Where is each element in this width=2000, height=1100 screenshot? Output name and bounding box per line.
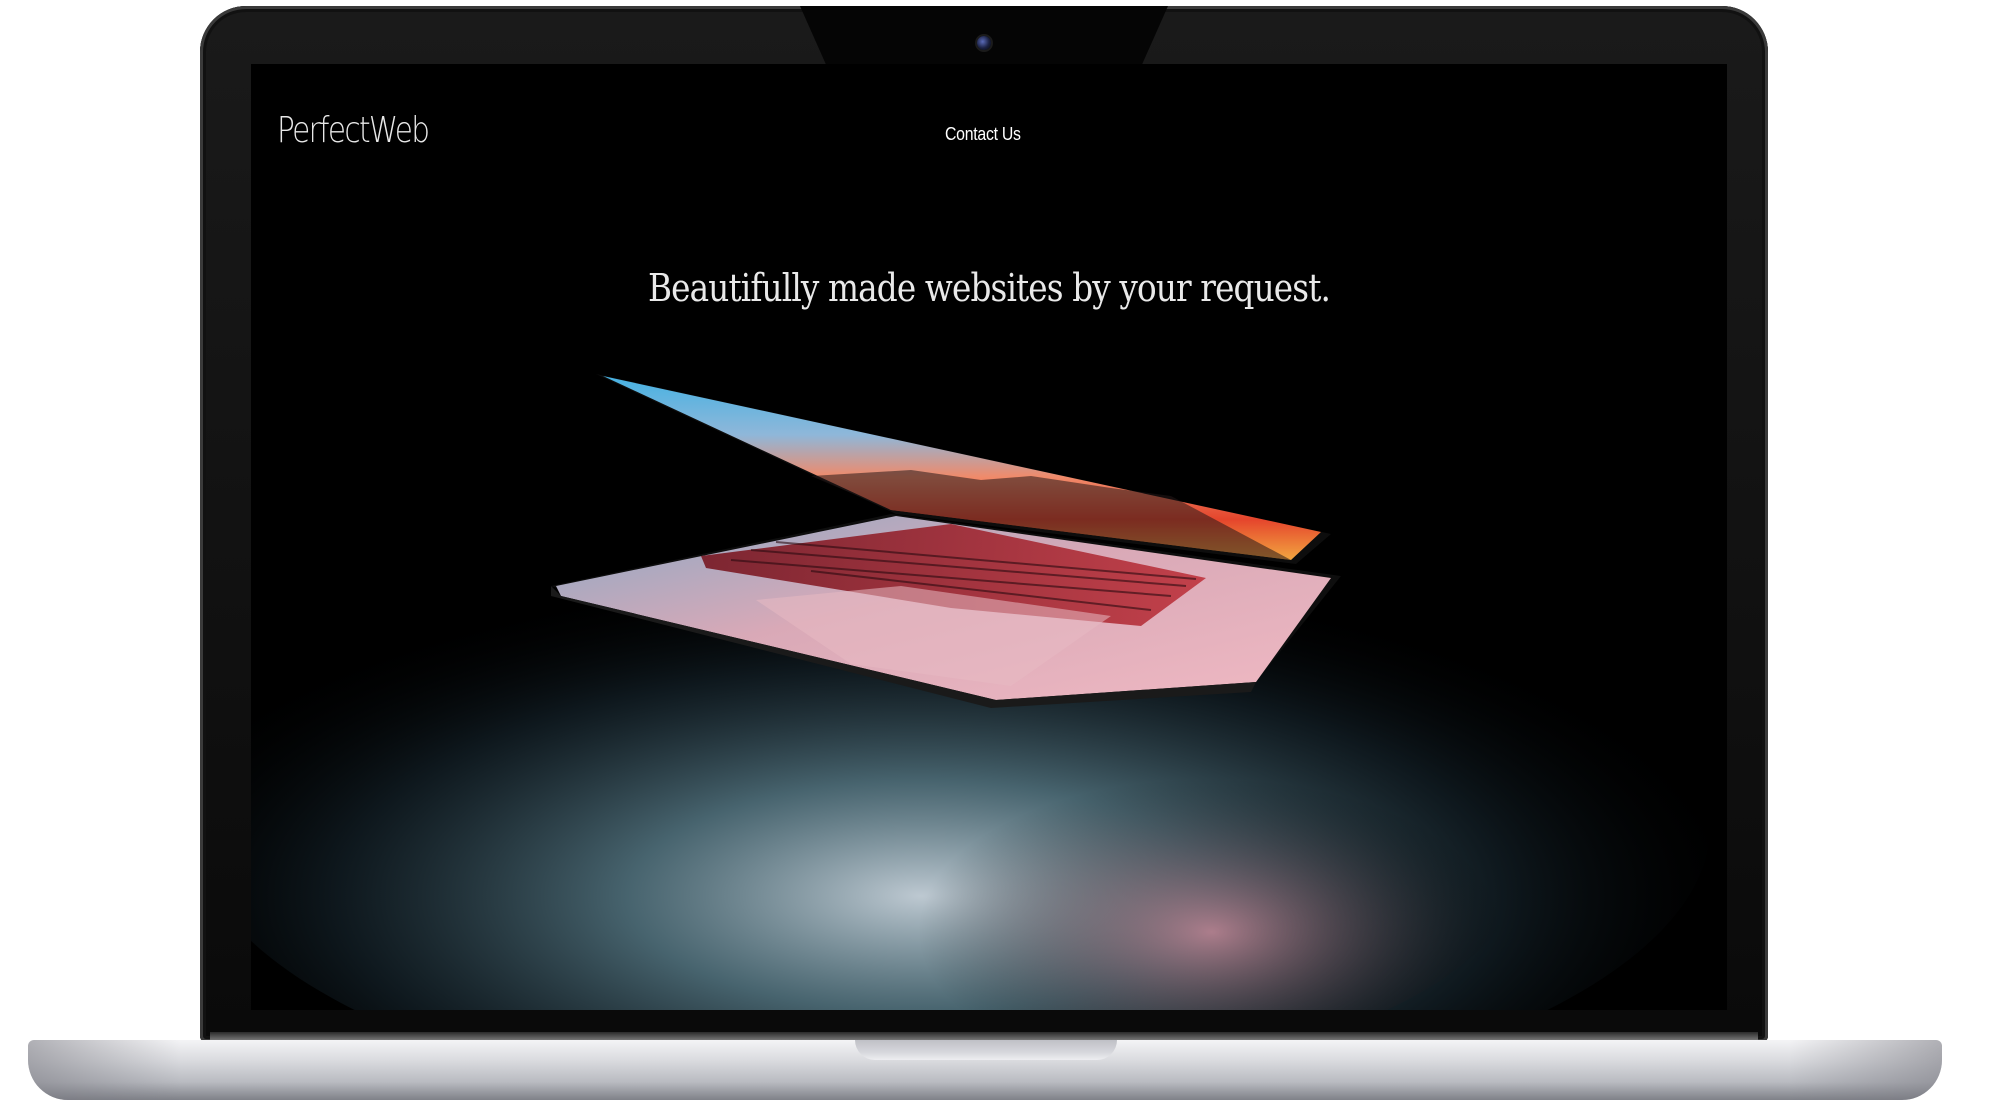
hero-title: Beautifully made websites by your reques… [648,266,1331,310]
laptop-screen: PerfectWeb Contact Us Beautifully made w… [251,64,1727,1010]
camera-housing [800,6,1168,64]
hero-laptop-image [251,364,1727,1010]
site-header: PerfectWeb Contact Us [251,64,1727,204]
camera-icon [977,36,991,50]
laptop-mockup: PerfectWeb Contact Us Beautifully made w… [0,0,2000,1100]
contact-us-link[interactable]: Contact Us [945,124,1021,145]
laptop-opening-notch [855,1040,1117,1060]
site-logo[interactable]: PerfectWeb [277,110,430,151]
